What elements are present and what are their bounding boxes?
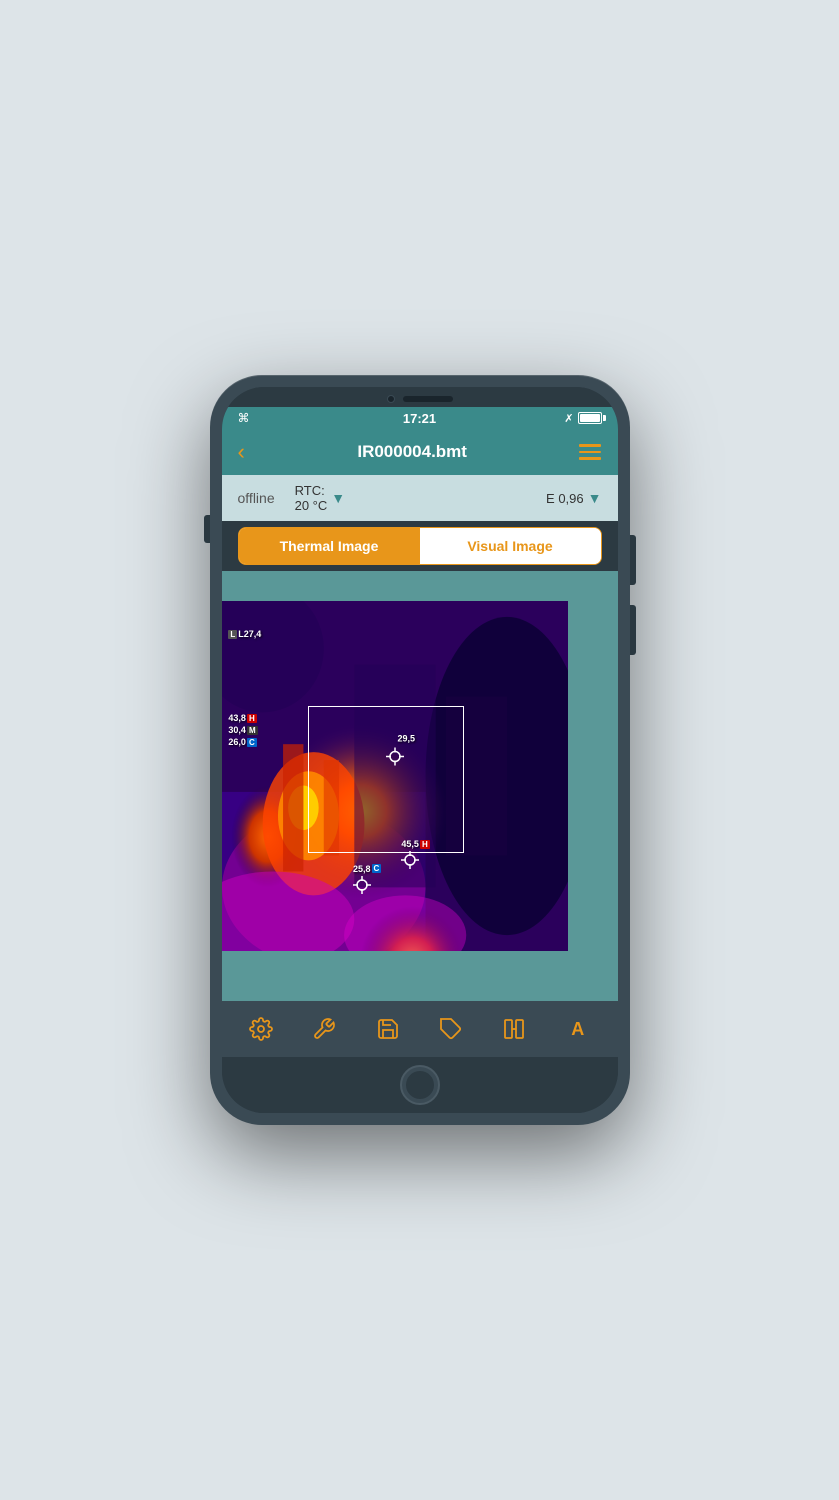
- meas-M: 30,4 M: [228, 725, 257, 735]
- settings-button[interactable]: [243, 1011, 279, 1047]
- phone-frame: ⌘ 17:21 ✗ ‹ IR000004.bmt: [210, 375, 630, 1125]
- tools-wrench-icon: [312, 1017, 336, 1041]
- status-left: ⌘: [238, 411, 250, 425]
- crosshair-center-icon: [386, 747, 404, 765]
- home-button-inner: [405, 1070, 435, 1100]
- header-title: IR000004.bmt: [357, 442, 467, 462]
- menu-line-2: [579, 451, 601, 454]
- compare-icon: [502, 1017, 526, 1041]
- menu-line-3: [579, 457, 601, 460]
- battery-fill: [580, 414, 600, 422]
- offline-status: offline: [238, 490, 275, 506]
- thermal-display[interactable]: L L27,4 43,8 H 30,4 M: [222, 571, 618, 1001]
- crosshair-center: 29,5: [386, 747, 404, 770]
- bluetooth-icon: ✗: [564, 412, 573, 425]
- tools-button[interactable]: [306, 1011, 342, 1047]
- status-right: ✗: [564, 412, 601, 425]
- meas-H2: 45,5 H: [401, 839, 429, 849]
- meas-C1: 26,0 C: [228, 737, 257, 747]
- phone-screen: ⌘ 17:21 ✗ ‹ IR000004.bmt: [222, 387, 618, 1113]
- hamburger-menu-button[interactable]: [579, 444, 601, 460]
- wifi-icon: ⌘: [238, 411, 250, 425]
- meas-C2: 25,8 C: [353, 864, 381, 874]
- image-container: L L27,4 43,8 H 30,4 M: [222, 571, 618, 1001]
- status-bar: ⌘ 17:21 ✗: [222, 407, 618, 429]
- rtc-label: RTC: 20 °C: [295, 483, 328, 513]
- emissivity-container[interactable]: E 0,96 ▼: [546, 490, 601, 506]
- auto-button[interactable]: A: [560, 1011, 596, 1047]
- measurement-L: L L27,4: [228, 629, 261, 639]
- emissivity-value: E 0,96: [546, 491, 584, 506]
- home-button-area: [222, 1057, 618, 1113]
- save-disk-icon: [376, 1017, 400, 1041]
- power-button[interactable]: [630, 535, 636, 585]
- measurement-C2-area: 25,8 C: [353, 864, 381, 899]
- save-button[interactable]: [370, 1011, 406, 1047]
- home-button[interactable]: [400, 1065, 440, 1105]
- measurement-H2-area: 45,5 H: [401, 839, 429, 874]
- compare-button[interactable]: [496, 1011, 532, 1047]
- thermal-canvas: L L27,4 43,8 H 30,4 M: [222, 601, 568, 951]
- bottom-toolbar: A: [222, 1001, 618, 1057]
- app-screen: ‹ IR000004.bmt offline RTC: 20 °C ▼: [222, 429, 618, 1057]
- meas-H1: 43,8 H: [228, 713, 257, 723]
- settings-gear-icon: [249, 1017, 273, 1041]
- status-time: 17:21: [403, 411, 436, 426]
- back-button[interactable]: ‹: [238, 439, 245, 465]
- tab-visual-image[interactable]: Visual Image: [420, 528, 601, 564]
- info-bar: offline RTC: 20 °C ▼ E 0,96 ▼: [222, 475, 618, 521]
- crosshair-H2-icon: [401, 851, 419, 869]
- power-button-2[interactable]: [630, 605, 636, 655]
- battery-icon: [578, 412, 602, 424]
- volume-button[interactable]: [204, 515, 210, 543]
- measurement-stack: 43,8 H 30,4 M 26,0 C: [228, 713, 257, 747]
- menu-line-1: [579, 444, 601, 447]
- measurement-rect: [308, 706, 464, 853]
- rtc-dropdown-icon: ▼: [331, 490, 345, 506]
- rtc-container[interactable]: RTC: 20 °C ▼: [295, 483, 346, 513]
- phone-top: [222, 387, 618, 407]
- tag-icon: [439, 1017, 463, 1041]
- camera-area: [387, 395, 453, 403]
- speaker: [403, 396, 453, 402]
- tag-button[interactable]: [433, 1011, 469, 1047]
- emissivity-dropdown-icon: ▼: [588, 490, 602, 506]
- tab-thermal-image[interactable]: Thermal Image: [239, 528, 420, 564]
- crosshair-C2-icon: [353, 876, 371, 894]
- camera: [387, 395, 395, 403]
- app-header: ‹ IR000004.bmt: [222, 429, 618, 475]
- image-type-tabs: Thermal Image Visual Image: [238, 527, 602, 565]
